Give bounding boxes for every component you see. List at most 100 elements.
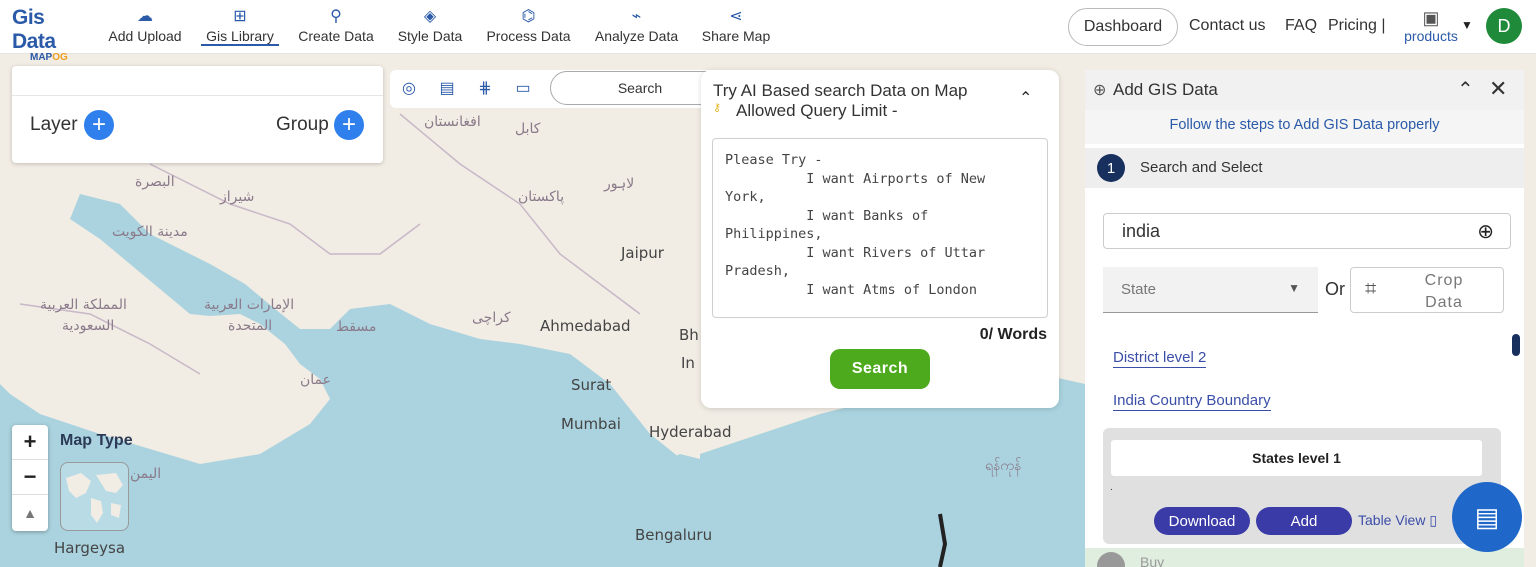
layer-label: Layer bbox=[30, 114, 78, 135]
dataset-search-input[interactable]: india ⊕ bbox=[1103, 213, 1511, 249]
dashboard-button[interactable]: Dashboard bbox=[1068, 8, 1178, 46]
dataset-link-india-country-boundary[interactable]: India Country Boundary bbox=[1113, 392, 1271, 411]
collapse-panel-icon[interactable]: ⌃ bbox=[1457, 77, 1474, 102]
map-label-saudi-1: المملكة العربية bbox=[40, 297, 127, 313]
map-type-thumbnail[interactable] bbox=[60, 462, 129, 531]
close-icon[interactable]: ✕ bbox=[1489, 76, 1507, 102]
map-label-in: In bbox=[681, 354, 695, 372]
download-button[interactable]: Download bbox=[1154, 507, 1250, 535]
nav-gis-library[interactable]: ⊞ Gis Library bbox=[201, 6, 279, 46]
nav-style-data-label: Style Data bbox=[397, 28, 463, 44]
nav-style-data[interactable]: ◈ Style Data bbox=[392, 6, 468, 44]
ai-query-textarea[interactable]: Please Try - I want Airports of New York… bbox=[712, 138, 1048, 318]
nav-create-data[interactable]: ⚲ Create Data bbox=[293, 6, 379, 44]
map-label-basra: البصرة bbox=[135, 174, 175, 190]
contact-us-link[interactable]: Contact us bbox=[1189, 17, 1265, 35]
dataset-card-description: . bbox=[1110, 482, 1113, 493]
ai-search-button[interactable]: Search bbox=[830, 349, 930, 389]
faq-link[interactable]: FAQ bbox=[1285, 17, 1317, 35]
nav-analyze-data[interactable]: ⌁ Analyze Data bbox=[589, 6, 684, 44]
logo-subtext-b: OG bbox=[52, 52, 68, 63]
map-label-saudi-2: السعودية bbox=[62, 318, 115, 334]
map-label-kuwait: مدينة الكويت bbox=[112, 224, 188, 240]
step-next-number bbox=[1097, 552, 1125, 567]
crop-data-button[interactable]: ⌗ Crop Data bbox=[1350, 267, 1504, 313]
measure-icon[interactable]: ⋕ bbox=[475, 78, 495, 98]
zoom-in-button[interactable]: + bbox=[12, 425, 48, 460]
gisdata-logo[interactable]: Gis Data MAPOG bbox=[12, 6, 92, 63]
chevron-down-icon[interactable]: ▼ bbox=[1461, 18, 1473, 32]
dataset-card-states-level-1: States level 1 . Download Add Table View… bbox=[1103, 428, 1501, 544]
globe-search-icon[interactable]: ⊕ bbox=[1477, 219, 1494, 244]
map-toolbar: ◎ ▤ ⋕ ▭ Search bbox=[390, 70, 740, 108]
user-avatar[interactable]: D bbox=[1486, 8, 1522, 44]
map-label-surat: Surat bbox=[571, 376, 612, 394]
nav-create-data-label: Create Data bbox=[298, 28, 374, 44]
layer-group-panel: Layer + Group + bbox=[12, 66, 383, 163]
key-icon: ⚷ bbox=[713, 102, 722, 114]
nav-add-upload-label: Add Upload bbox=[108, 28, 182, 44]
ai-word-count: 0/ Words bbox=[979, 326, 1047, 343]
library-add-icon: ⊞ bbox=[233, 8, 247, 25]
nav-share-map[interactable]: ⋖ Share Map bbox=[697, 6, 775, 44]
state-select[interactable]: State ▼ bbox=[1103, 267, 1318, 313]
products-menu[interactable]: ▣ products bbox=[1400, 8, 1462, 44]
process-icon: ⌬ bbox=[521, 8, 536, 25]
crop-data-label: Crop Data bbox=[1424, 272, 1464, 311]
map-label-ahmedabad: Ahmedabad bbox=[540, 317, 631, 335]
globe-icon: ⊕ bbox=[1093, 82, 1107, 99]
comment-icon[interactable]: ▭ bbox=[513, 78, 533, 98]
paint-bucket-icon: ◈ bbox=[423, 8, 437, 25]
map-label-myanmar: ရန်ကုန် bbox=[985, 458, 1022, 474]
ai-panel-subtitle: Allowed Query Limit - bbox=[736, 101, 898, 120]
step-next-label: Buy bbox=[1140, 554, 1165, 567]
north-arrow-icon[interactable]: ▲ bbox=[12, 495, 48, 530]
map-label-kabul: کابل bbox=[515, 121, 541, 137]
table-view-button[interactable]: Table View ▯ bbox=[1358, 512, 1437, 529]
map-label-yemen: اليمن bbox=[130, 466, 162, 482]
zoom-control: + − ▲ bbox=[12, 425, 48, 531]
scrollbar-thumb[interactable] bbox=[1512, 334, 1520, 356]
dropdown-caret-icon: ▼ bbox=[1288, 281, 1300, 295]
nav-analyze-data-label: Analyze Data bbox=[594, 28, 679, 44]
chat-icon[interactable]: ▤ bbox=[1452, 482, 1522, 552]
chevron-up-icon[interactable]: ⌃ bbox=[1019, 88, 1032, 108]
cloud-upload-icon: ☁ bbox=[137, 8, 153, 25]
pricing-link[interactable]: Pricing | bbox=[1328, 17, 1386, 35]
map-label-bengaluru: Bengaluru bbox=[635, 526, 713, 544]
world-map-icon bbox=[66, 473, 123, 523]
map-label-lahore: لاہور bbox=[604, 176, 635, 192]
map-label-afghanistan: افغانستان bbox=[424, 114, 481, 130]
dataset-search-value: india bbox=[1122, 221, 1161, 241]
map-label-pakistan: پاکستان bbox=[518, 189, 565, 205]
nav-share-map-label: Share Map bbox=[701, 28, 771, 44]
dataset-link-district-level-2[interactable]: District level 2 bbox=[1113, 349, 1207, 368]
nav-gis-library-label: Gis Library bbox=[201, 28, 279, 46]
crop-icon: ⌗ bbox=[1365, 278, 1377, 300]
step-search-and-select[interactable]: 1 Search and Select bbox=[1085, 148, 1524, 188]
nav-process-data[interactable]: ⌬ Process Data bbox=[481, 6, 576, 44]
zoom-out-button[interactable]: − bbox=[12, 460, 48, 495]
map-label-muscat: مسقط bbox=[336, 319, 377, 335]
map-label-jaipur: Jaipur bbox=[621, 244, 664, 262]
share-icon: ⋖ bbox=[729, 8, 743, 25]
map-label-hyderabad: Hyderabad bbox=[649, 423, 732, 441]
nav-add-upload[interactable]: ☁ Add Upload bbox=[104, 6, 186, 44]
cube-icon: ▣ bbox=[1422, 8, 1440, 28]
screenshot-icon[interactable]: ◎ bbox=[399, 78, 419, 98]
ai-search-panel: Try AI Based search Data on Map ⚷ Allowe… bbox=[701, 70, 1059, 408]
map-label-hargeysa: Hargeysa bbox=[54, 539, 126, 557]
nav-process-data-label: Process Data bbox=[486, 28, 571, 44]
add-gis-data-panel: ⊕ Add GIS Data ⌃ ✕ Follow the steps to A… bbox=[1085, 70, 1524, 567]
step-next[interactable]: Buy bbox=[1085, 548, 1524, 567]
state-select-value: State bbox=[1121, 281, 1157, 298]
logo-subtext-a: MAP bbox=[30, 52, 53, 63]
add-group-button[interactable]: + bbox=[334, 110, 364, 140]
map-label-uae-1: الإمارات العربية bbox=[204, 297, 295, 313]
add-button[interactable]: Add bbox=[1256, 507, 1352, 535]
map-pin-icon: ⚲ bbox=[330, 8, 342, 25]
layer-panel-header bbox=[12, 66, 383, 96]
add-layer-button[interactable]: + bbox=[84, 110, 114, 140]
print-icon[interactable]: ▤ bbox=[437, 78, 457, 98]
logo-text: Gis Data bbox=[12, 6, 56, 53]
